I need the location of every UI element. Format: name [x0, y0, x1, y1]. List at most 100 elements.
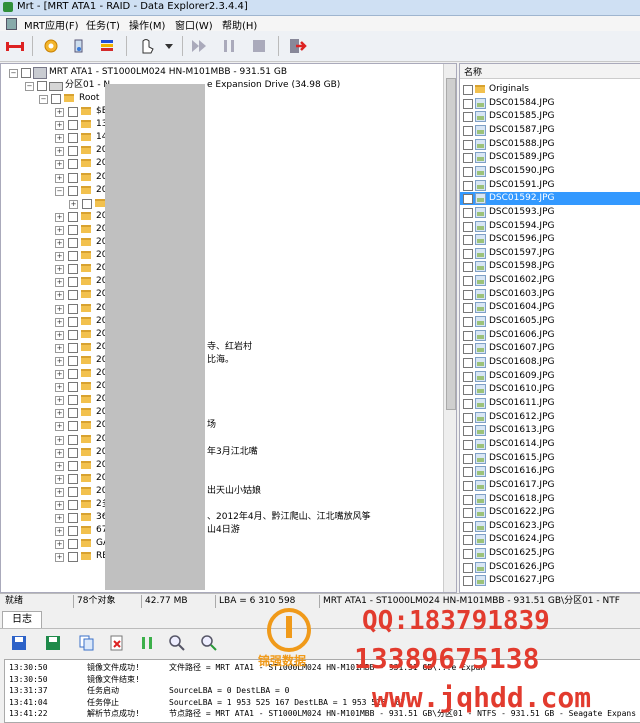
list-checkbox[interactable]	[463, 344, 473, 355]
tree-folder-node[interactable]: +2多	[1, 498, 441, 511]
tree-checkbox[interactable]	[68, 342, 78, 353]
list-item[interactable]: DSC01591.JPG	[460, 179, 640, 192]
list-item[interactable]: DSC01623.JPG	[460, 520, 640, 533]
tree-checkbox[interactable]	[68, 539, 78, 550]
expand-icon[interactable]: +	[55, 160, 64, 170]
list-item[interactable]: DSC01602.JPG	[460, 274, 640, 287]
list-item-folder[interactable]: Originals	[460, 83, 640, 96]
expand-icon[interactable]: +	[55, 330, 64, 340]
tree-folder-node[interactable]: +20	[1, 288, 441, 301]
list-checkbox[interactable]	[463, 562, 473, 573]
collapse-icon[interactable]: −	[9, 69, 18, 78]
tree-checkbox[interactable]	[68, 486, 78, 497]
list-checkbox[interactable]	[463, 85, 473, 95]
list-checkbox[interactable]	[463, 330, 473, 341]
raid-icon[interactable]	[4, 35, 26, 57]
expand-icon[interactable]: +	[55, 448, 64, 458]
expand-icon[interactable]: +	[55, 435, 64, 445]
tree-folder-node[interactable]: +20	[1, 171, 441, 184]
list-item[interactable]: DSC01614.JPG	[460, 438, 640, 451]
log-row[interactable]: 13:30:50 镜像文件成功! 文件路径 = MRT ATA1 - ST1000L…	[5, 662, 640, 673]
expand-icon[interactable]: +	[55, 474, 64, 484]
tree-folder-node[interactable]: +20	[1, 262, 441, 275]
collapse-icon[interactable]: −	[55, 186, 64, 196]
list-checkbox[interactable]	[463, 317, 473, 328]
tree-checkbox[interactable]	[68, 500, 78, 510]
play-icon[interactable]	[188, 35, 210, 57]
expand-icon[interactable]: +	[55, 252, 64, 262]
list-checkbox[interactable]	[463, 385, 473, 396]
tree-checkbox[interactable]	[68, 303, 78, 314]
tree-checkbox[interactable]	[68, 513, 78, 524]
list-item[interactable]: DSC01622.JPG	[460, 506, 640, 519]
expand-icon[interactable]: +	[69, 199, 78, 209]
stop-icon[interactable]	[248, 35, 270, 57]
list-checkbox[interactable]	[463, 371, 473, 382]
list-item[interactable]: DSC01606.JPG	[460, 329, 640, 342]
expand-icon[interactable]: +	[55, 108, 64, 117]
find-icon[interactable]	[166, 632, 188, 654]
tree-checkbox[interactable]	[68, 552, 78, 563]
tree-checkbox[interactable]	[68, 316, 78, 327]
expand-icon[interactable]: +	[55, 343, 64, 353]
tree-folder-node[interactable]: +20	[1, 472, 441, 485]
expand-icon[interactable]: +	[55, 212, 64, 222]
expand-icon[interactable]: +	[55, 540, 64, 550]
tree-checkbox[interactable]	[82, 198, 92, 209]
list-item[interactable]: DSC01608.JPG	[460, 356, 640, 369]
tree-folder-node[interactable]: +	[1, 197, 441, 210]
expand-icon[interactable]: +	[55, 553, 64, 563]
save-icon[interactable]	[8, 632, 30, 654]
expand-icon[interactable]: +	[55, 304, 64, 314]
list-checkbox[interactable]	[463, 426, 473, 437]
tree-root-node[interactable]: − Root	[1, 92, 441, 105]
tree-checkbox[interactable]	[68, 251, 78, 262]
expand-icon[interactable]: +	[55, 278, 64, 288]
tree-device-node[interactable]: − MRT ATA1 - ST1000LM024 HN-M101MBB - 93…	[1, 66, 441, 79]
palette-icon[interactable]	[96, 35, 118, 57]
list-item[interactable]: DSC01587.JPG	[460, 124, 640, 137]
pause-icon[interactable]	[136, 632, 158, 654]
list-checkbox[interactable]	[463, 248, 473, 259]
tree-folder-node[interactable]: +20	[1, 302, 441, 315]
tree-checkbox[interactable]	[68, 460, 78, 471]
list-item[interactable]: DSC01603.JPG	[460, 288, 640, 301]
list-checkbox[interactable]	[463, 166, 473, 177]
expand-icon[interactable]: +	[55, 317, 64, 327]
tree-checkbox[interactable]	[68, 146, 78, 157]
expand-icon[interactable]: +	[55, 265, 64, 275]
tab-log[interactable]: 日志	[2, 611, 42, 628]
list-checkbox[interactable]	[463, 576, 473, 587]
list-item[interactable]: DSC01593.JPG	[460, 206, 640, 219]
list-item[interactable]: DSC01627.JPG	[460, 574, 640, 587]
tree-checkbox[interactable]	[68, 238, 78, 248]
tree-folder-node[interactable]: + GA	[1, 537, 441, 550]
menu-task[interactable]: 任务(T)	[86, 17, 120, 32]
list-checkbox[interactable]	[463, 535, 473, 546]
tree-checkbox[interactable]	[37, 81, 47, 91]
tree-folder-node[interactable]: +20	[1, 249, 441, 262]
list-item[interactable]: DSC01618.JPG	[460, 493, 640, 506]
tree-checkbox[interactable]	[68, 421, 78, 432]
tree-checkbox[interactable]	[68, 185, 78, 196]
file-list-pane[interactable]: 名称 Originals DSC01584.JPG DSC01585.JPG DSC0…	[459, 63, 640, 593]
list-checkbox[interactable]	[463, 262, 473, 273]
menu-window[interactable]: 窗口(W)	[175, 17, 213, 32]
list-item[interactable]: DSC01604.JPG	[460, 301, 640, 314]
tree-folder-node[interactable]: +20	[1, 210, 441, 223]
list-checkbox[interactable]	[463, 180, 473, 191]
gear-icon[interactable]	[40, 35, 62, 57]
list-item[interactable]: DSC01616.JPG	[460, 465, 640, 478]
tree-folder-node[interactable]: +20	[1, 223, 441, 236]
tree-folder-node[interactable]: +20	[1, 144, 441, 157]
list-item[interactable]: DSC01585.JPG	[460, 110, 640, 123]
list-item[interactable]: DSC01592.JPG	[460, 192, 640, 206]
tree-folder-node[interactable]: +20	[1, 236, 441, 249]
tree-folder-node[interactable]: + $E	[1, 105, 441, 118]
list-checkbox[interactable]	[463, 194, 473, 205]
expand-icon[interactable]: +	[55, 396, 64, 406]
expand-icon[interactable]: +	[55, 239, 64, 248]
tree-checkbox[interactable]	[68, 290, 78, 301]
expand-icon[interactable]: +	[55, 501, 64, 510]
list-checkbox[interactable]	[463, 480, 473, 491]
